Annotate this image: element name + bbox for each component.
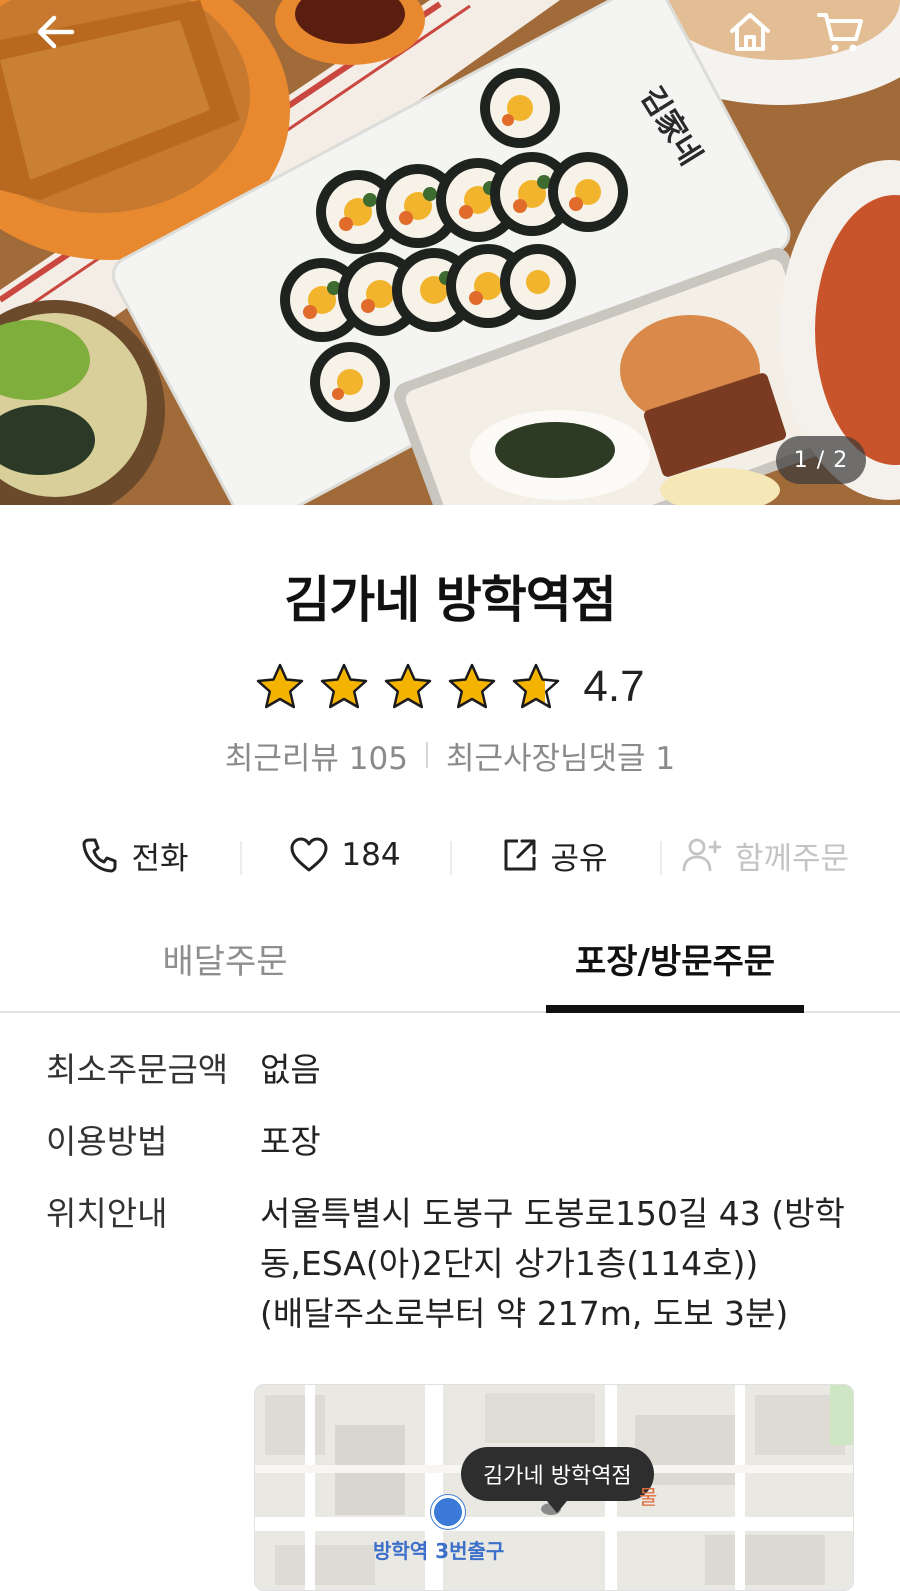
tab-delivery[interactable]: 배달주문: [0, 905, 450, 1011]
phone-icon: [82, 838, 117, 873]
min-order-value: 없음: [260, 1050, 321, 1089]
star-full-icon: [449, 663, 496, 709]
method-label: 이용방법: [46, 1122, 168, 1161]
star-full-icon: [385, 663, 432, 709]
photo-page-indicator: 1 / 2: [776, 436, 866, 484]
method-row: 이용방법 포장: [46, 1117, 866, 1167]
heart-icon: [290, 837, 328, 872]
map-store-marker[interactable]: 김가네 방학역점: [461, 1447, 654, 1513]
share-icon: [504, 839, 536, 871]
rating-value: 4.7: [583, 662, 645, 711]
station-label: 방학역 3번출구: [373, 1539, 505, 1563]
tab-pickup[interactable]: 포장/방문주문: [450, 905, 900, 1013]
location-label: 위치안내: [46, 1194, 168, 1233]
back-button[interactable]: [24, 0, 88, 64]
group-order-label: 함께주문: [734, 840, 850, 877]
cart-icon: [817, 13, 863, 52]
rating-row: 4.7: [0, 652, 900, 722]
distance-line: (배달주소로부터 약 217m, 도보 3분): [260, 1294, 789, 1333]
like-button[interactable]: 184: [240, 815, 450, 895]
share-button[interactable]: 공유: [450, 815, 660, 895]
call-button[interactable]: 전화: [30, 815, 240, 895]
location-map[interactable]: 김가네 방학역점 방학역 3번출구 물: [254, 1384, 854, 1591]
map-poi-label: 물: [639, 1485, 658, 1509]
store-photo-carousel[interactable]: 김家네 1 / 2: [0, 0, 900, 505]
star-partial-icon: [513, 663, 560, 709]
location-row: 위치안내 서울특별시 도봉구 도봉로150길 43 (방학 동,ESA(아)2단…: [46, 1189, 866, 1339]
arrow-left-icon: [37, 15, 75, 49]
star-full-icon: [257, 663, 304, 709]
action-bar: 전화 184 공유 함께주문: [30, 815, 870, 895]
owner-comments-link[interactable]: 최근사장님댓글 1: [446, 733, 675, 778]
recent-reviews-link[interactable]: 최근리뷰 105: [225, 733, 408, 778]
star-rating: [255, 662, 561, 712]
order-type-tabs: 배달주문 포장/방문주문: [0, 905, 900, 1013]
call-label: 전화: [131, 840, 189, 877]
address-line-1: 서울특별시 도봉구 도봉로150길 43 (방학: [260, 1194, 845, 1233]
group-order-button[interactable]: 함께주문: [660, 815, 870, 895]
min-order-row: 최소주문금액 없음: [46, 1045, 866, 1095]
min-order-label: 최소주문금액: [46, 1050, 229, 1089]
cart-button[interactable]: [808, 0, 872, 64]
subway-icon: [431, 1495, 465, 1529]
store-name: 김가네 방학역점: [284, 571, 616, 629]
location-value: 서울특별시 도봉구 도봉로150길 43 (방학 동,ESA(아)2단지 상가1…: [260, 1189, 860, 1339]
star-full-icon: [321, 663, 368, 709]
divider: [425, 742, 428, 768]
like-count: 184: [341, 837, 401, 873]
store-info: 최소주문금액 없음 이용방법 포장 위치안내 서울특별시 도봉구 도봉로150길…: [46, 1045, 866, 1361]
method-value: 포장: [260, 1122, 321, 1161]
add-user-icon: [682, 838, 722, 872]
review-summary: 최근리뷰 105 최근사장님댓글 1: [0, 730, 900, 780]
address-line-2: 동,ESA(아)2단지 상가1층(114호)): [260, 1244, 759, 1283]
food-photo: 김家네: [0, 0, 900, 505]
home-button[interactable]: [718, 0, 782, 64]
home-icon: [730, 13, 770, 51]
share-label: 공유: [550, 840, 608, 877]
